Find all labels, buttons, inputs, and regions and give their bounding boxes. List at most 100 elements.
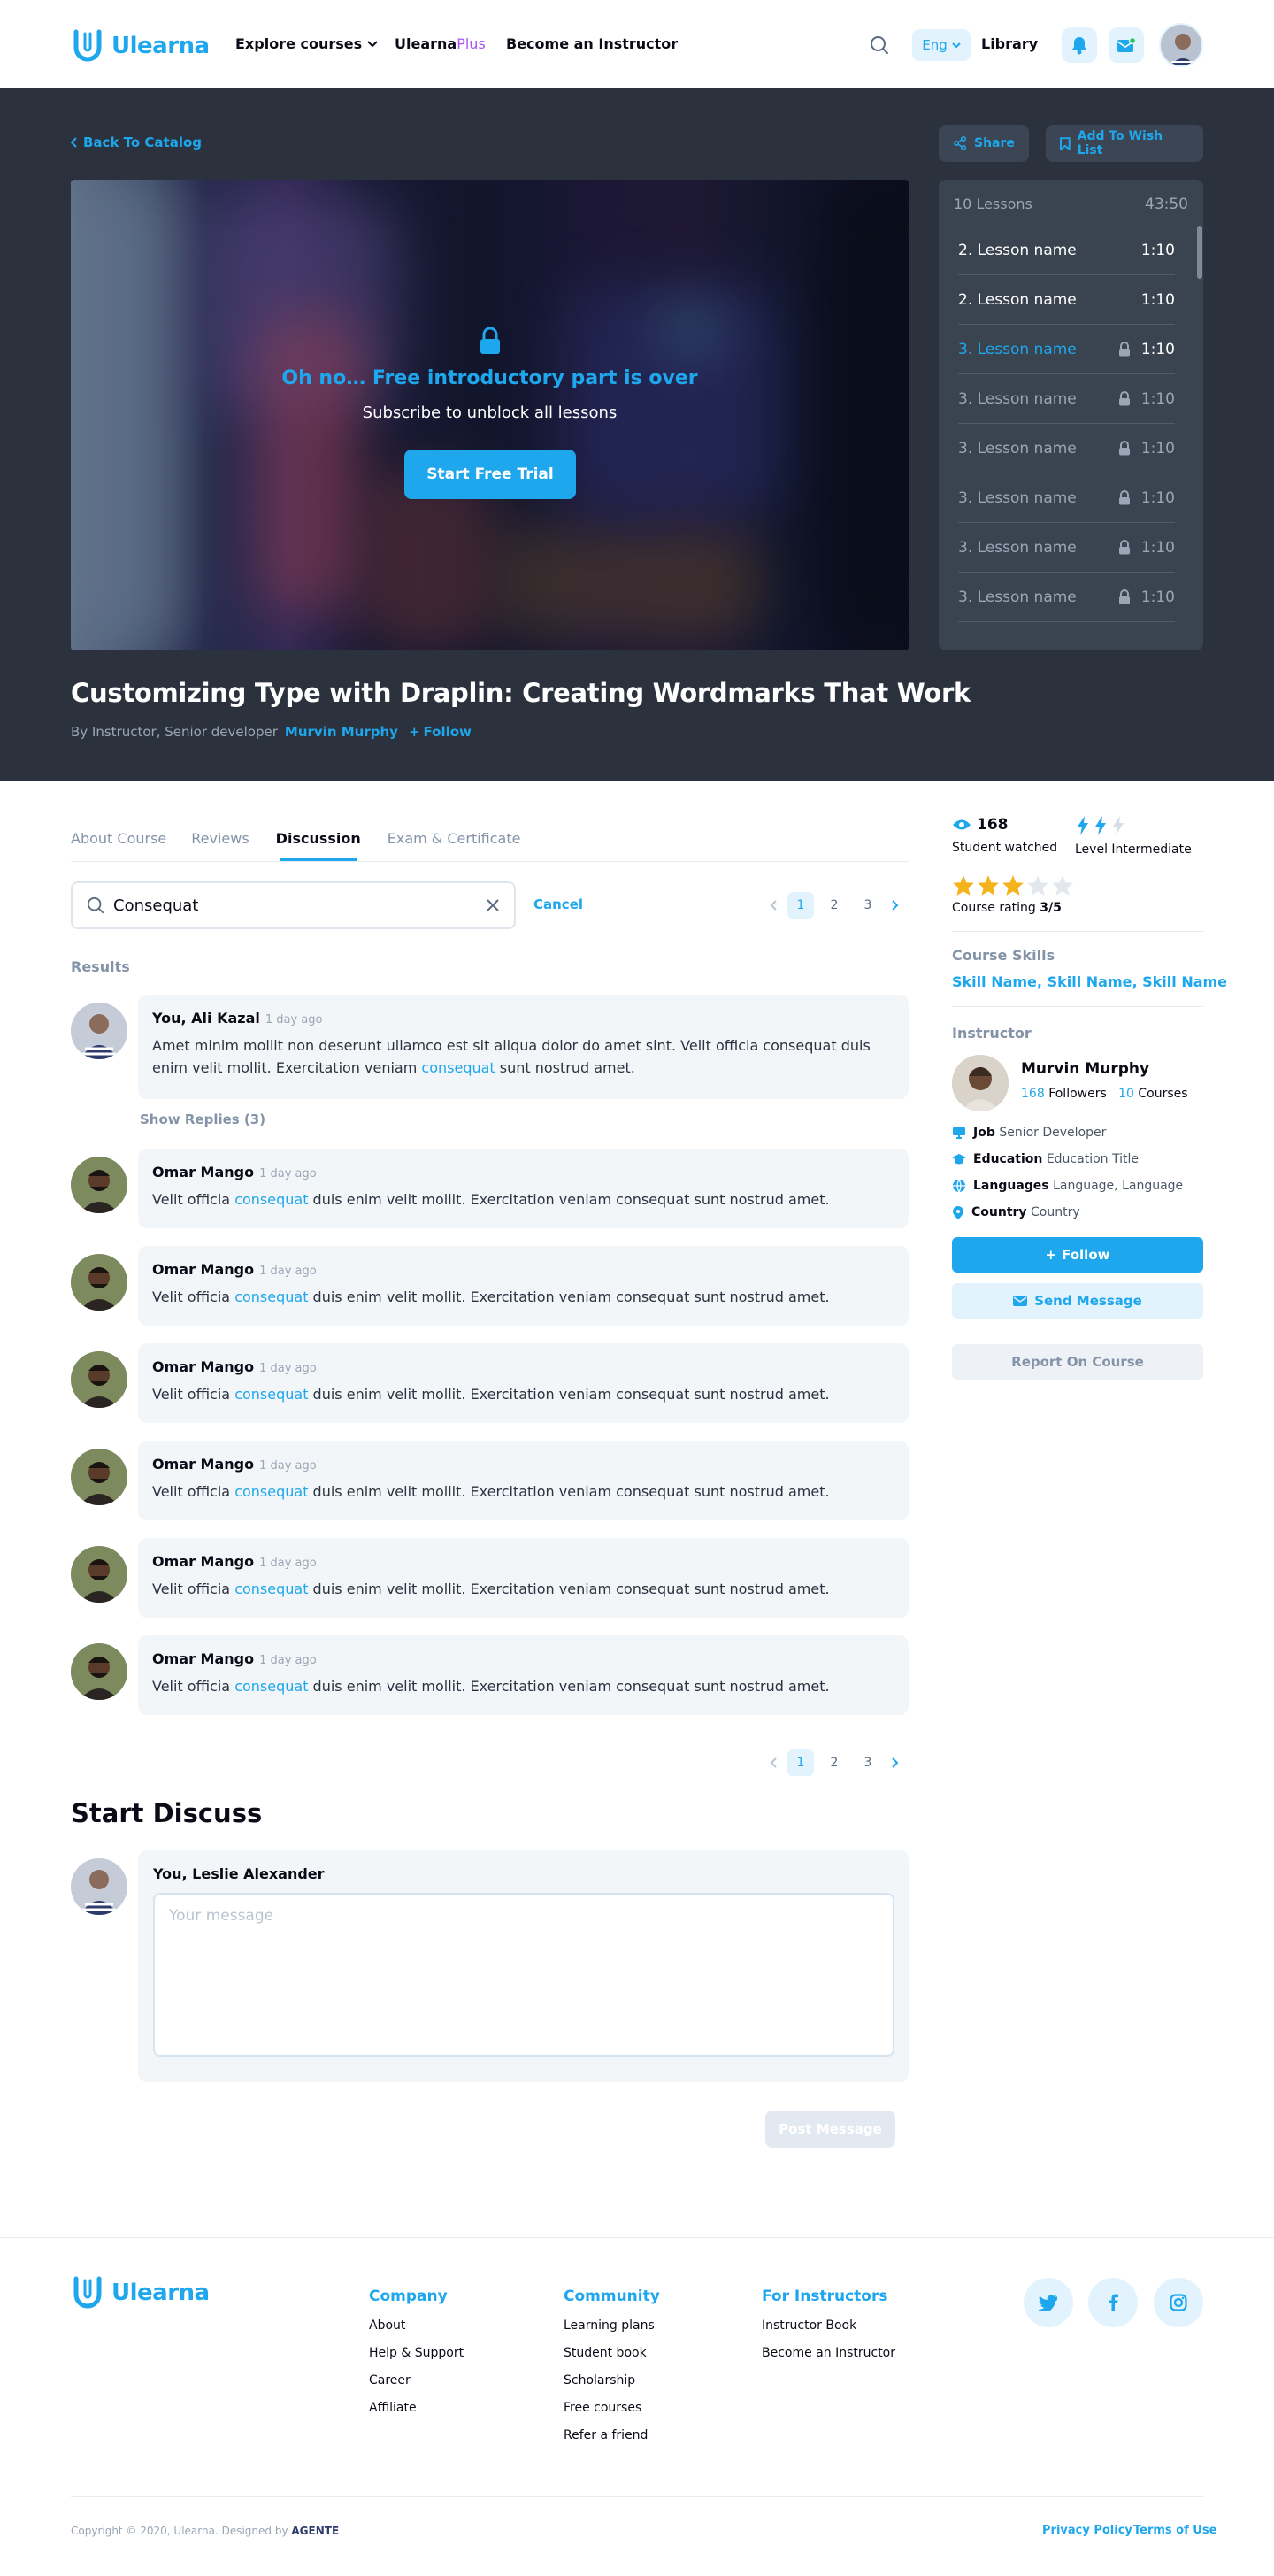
page-1[interactable]: 1 — [787, 1749, 814, 1776]
back-to-catalog-link[interactable]: Back To Catalog — [71, 135, 202, 150]
page-2[interactable]: 2 — [821, 1749, 848, 1776]
lesson-duration: 1:10 — [1140, 241, 1175, 259]
lesson-item[interactable]: 3. Lesson name 1:10 — [958, 573, 1175, 622]
reply-author: Omar Mango — [152, 1261, 255, 1278]
footer-link-refer-friend[interactable]: Refer a friend — [564, 2428, 660, 2442]
reply-text: Velit officia consequat duis enim velit … — [152, 1480, 894, 1503]
search-highlight: consequat — [234, 1386, 309, 1403]
footer-link-affiliate[interactable]: Affiliate — [369, 2401, 464, 2415]
report-course-button[interactable]: Report On Course — [952, 1344, 1203, 1380]
instagram-button[interactable] — [1154, 2278, 1203, 2327]
send-message-button[interactable]: Send Message — [952, 1283, 1203, 1319]
star-icon — [1027, 875, 1048, 896]
message-textarea[interactable]: Your message — [153, 1893, 894, 2057]
facebook-button[interactable] — [1088, 2278, 1138, 2327]
reply-text-b: duis enim velit mollit. Exercitation ven… — [308, 1483, 830, 1500]
become-instructor-link[interactable]: Become an Instructor — [506, 35, 678, 52]
notifications-button[interactable] — [1062, 27, 1097, 63]
lesson-item[interactable]: 2. Lesson name 1:10 — [958, 275, 1175, 325]
skill-link[interactable]: Skill Name — [1048, 973, 1132, 990]
footer-link-instructor-book[interactable]: Instructor Book — [762, 2318, 895, 2333]
page-3[interactable]: 3 — [855, 892, 881, 919]
reply-avatar — [71, 1546, 127, 1603]
plus-label-b: Plus — [457, 35, 486, 52]
reply-text-b: duis enim velit mollit. Exercitation ven… — [308, 1386, 830, 1403]
chevron-left-icon[interactable] — [768, 899, 780, 911]
footer-link-scholarship[interactable]: Scholarship — [564, 2373, 660, 2388]
chevron-left-icon[interactable] — [768, 1757, 780, 1769]
user-avatar[interactable] — [1159, 23, 1203, 67]
lesson-item[interactable]: 3. Lesson name 1:10 — [958, 523, 1175, 573]
discussion-search[interactable]: Consequat — [71, 881, 516, 929]
follow-label: Follow — [423, 724, 472, 740]
reply-text-b: duis enim velit mollit. Exercitation ven… — [308, 1580, 830, 1597]
country-value: Country — [1031, 1205, 1080, 1219]
privacy-policy-link[interactable]: Privacy Policy — [1042, 2524, 1132, 2537]
lesson-item[interactable]: 2. Lesson name 1:10 — [958, 226, 1175, 275]
clear-search-icon[interactable] — [486, 898, 500, 912]
footer-link-help[interactable]: Help & Support — [369, 2346, 464, 2360]
reply-avatar — [71, 1449, 127, 1505]
search-icon[interactable] — [870, 35, 889, 55]
page-2[interactable]: 2 — [821, 892, 848, 919]
lightning-icon — [1095, 816, 1106, 835]
languages-key: Languages — [973, 1179, 1049, 1193]
lesson-duration-wrap: 1:10 — [1141, 242, 1175, 259]
tab-reviews[interactable]: Reviews — [191, 830, 249, 847]
footer-community-title: Community — [564, 2288, 660, 2305]
tab-discussion[interactable]: Discussion — [276, 830, 361, 847]
tab-about-course[interactable]: About Course — [71, 830, 166, 847]
author-link[interactable]: Murvin Murphy — [285, 724, 398, 740]
logo[interactable]: Ulearna — [71, 28, 210, 64]
start-free-trial-button[interactable]: Start Free Trial — [404, 450, 576, 499]
add-to-wishlist-button[interactable]: Add To Wish List — [1046, 125, 1203, 162]
lesson-item[interactable]: 3. Lesson name 1:10 — [958, 473, 1175, 523]
skills-list: Skill Name, Skill Name, Skill Name — [952, 973, 1228, 990]
footer-link-free-courses[interactable]: Free courses — [564, 2401, 660, 2415]
post-message-button[interactable]: Post Message — [765, 2111, 895, 2148]
footer-link-student-book[interactable]: Student book — [564, 2346, 660, 2360]
video-player[interactable]: Oh no… Free introductory part is over Su… — [71, 180, 909, 650]
reply-header: Omar Mango 1 day ago — [152, 1358, 894, 1375]
page-1[interactable]: 1 — [787, 892, 814, 919]
chevron-right-icon[interactable] — [888, 1757, 901, 1769]
language-select[interactable]: Eng — [912, 29, 971, 61]
logo-icon — [73, 2276, 102, 2309]
footer-logo[interactable]: Ulearna — [71, 2275, 210, 2311]
comment-text-b: sunt nostrud amet. — [495, 1059, 635, 1076]
job-key: Job — [973, 1126, 995, 1140]
lessons-scrollbar[interactable] — [1197, 226, 1202, 279]
courses-count: 10 — [1118, 1087, 1134, 1101]
lesson-duration-wrap: 1:10 — [1118, 440, 1175, 458]
chevron-right-icon[interactable] — [888, 899, 901, 911]
education-row: Education Education Title — [952, 1152, 1139, 1166]
instructor-avatar[interactable] — [952, 1055, 1009, 1111]
show-replies-button[interactable]: Show Replies (3) — [140, 1111, 265, 1127]
instructor-name[interactable]: Murvin Murphy — [1021, 1060, 1149, 1078]
lesson-item[interactable]: 3. Lesson name 1:10 — [958, 424, 1175, 473]
comment-avatar — [71, 1003, 127, 1059]
follow-instructor-button[interactable]: + Follow — [952, 1237, 1203, 1273]
lesson-name: 3. Lesson name — [958, 538, 1077, 557]
tab-exam-certificate[interactable]: Exam & Certificate — [388, 830, 521, 847]
footer-community: Community Learning plans Student book Sc… — [564, 2288, 660, 2442]
page-3[interactable]: 3 — [855, 1749, 881, 1776]
cancel-search-button[interactable]: Cancel — [533, 896, 583, 912]
twitter-button[interactable] — [1024, 2278, 1073, 2327]
designer-link[interactable]: AGENTE — [291, 2525, 339, 2537]
ulearna-plus-link[interactable]: UlearnaPlus — [395, 35, 486, 52]
share-button[interactable]: Share — [939, 125, 1029, 162]
terms-link[interactable]: Terms of Use — [1133, 2524, 1216, 2537]
footer-link-learning-plans[interactable]: Learning plans — [564, 2318, 660, 2333]
lesson-item[interactable]: 3. Lesson name 1:10 — [958, 325, 1175, 374]
footer-link-about[interactable]: About — [369, 2318, 464, 2333]
footer-link-become-instructor[interactable]: Become an Instructor — [762, 2346, 895, 2360]
library-link[interactable]: Library — [981, 35, 1038, 52]
explore-courses-menu[interactable]: Explore courses — [235, 35, 378, 52]
skill-link[interactable]: Skill Name — [1142, 973, 1227, 990]
messages-button[interactable] — [1109, 27, 1144, 63]
skill-link[interactable]: Skill Name — [952, 973, 1037, 990]
lesson-item[interactable]: 3. Lesson name 1:10 — [958, 374, 1175, 424]
footer-link-career[interactable]: Career — [369, 2373, 464, 2388]
follow-author-link[interactable]: + Follow — [409, 724, 472, 740]
